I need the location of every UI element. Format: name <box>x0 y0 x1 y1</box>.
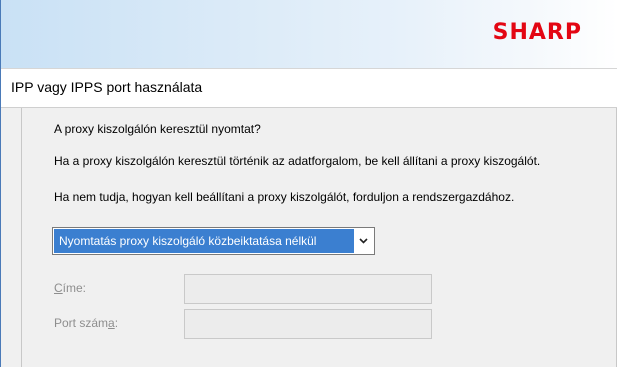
proxy-mode-select[interactable]: Nyomtatás proxy kiszolgáló közbeiktatása… <box>52 227 375 255</box>
address-label: Címe: <box>54 281 86 295</box>
port-number-input[interactable] <box>184 309 432 339</box>
port-label: Port száma: <box>54 316 118 330</box>
proxy-mode-selected-value: Nyomtatás proxy kiszolgáló közbeiktatása… <box>54 229 354 253</box>
proxy-question: A proxy kiszolgálón keresztül nyomtat? <box>54 122 261 136</box>
header-banner: SHARP <box>1 0 617 68</box>
address-label-access-key: C <box>54 281 63 295</box>
port-label-text: Port szám <box>54 316 109 330</box>
installer-window: SHARP IPP vagy IPPS port használata A pr… <box>0 0 617 367</box>
page-title: IPP vagy IPPS port használata <box>11 79 203 95</box>
proxy-info-text: Ha a proxy kiszolgálón keresztül történi… <box>54 154 541 168</box>
page-header: IPP vagy IPPS port használata <box>1 68 617 108</box>
port-label-access-key: a <box>108 316 115 330</box>
port-label-colon: : <box>114 316 119 330</box>
content-panel: A proxy kiszolgálón keresztül nyomtat? H… <box>21 108 617 367</box>
address-input[interactable] <box>184 274 432 304</box>
admin-info-text: Ha nem tudja, hogyan kell beállítani a p… <box>54 190 515 204</box>
sharp-logo: SHARP <box>492 20 582 45</box>
chevron-down-icon[interactable] <box>358 235 369 246</box>
address-label-text: íme: <box>62 281 87 295</box>
